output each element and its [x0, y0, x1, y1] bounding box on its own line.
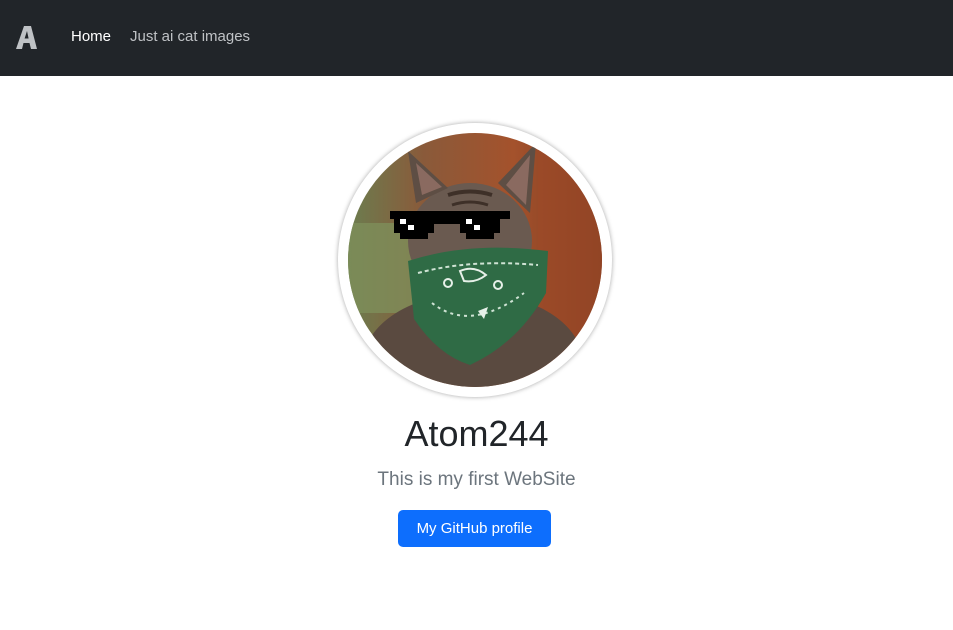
github-profile-button[interactable]: My GitHub profile — [398, 510, 551, 547]
cat-avatar-icon — [348, 133, 602, 387]
top-navbar: Home Just ai cat images — [0, 0, 953, 76]
brand-logo-icon[interactable] — [14, 23, 40, 51]
nav-link-home[interactable]: Home — [71, 27, 111, 47]
profile-tagline: This is my first WebSite — [377, 469, 576, 490]
avatar-cat-image — [348, 133, 602, 387]
profile-name: Atom244 — [404, 413, 549, 454]
avatar-frame — [338, 123, 612, 397]
nav-link-ai-cat-images[interactable]: Just ai cat images — [130, 27, 250, 47]
